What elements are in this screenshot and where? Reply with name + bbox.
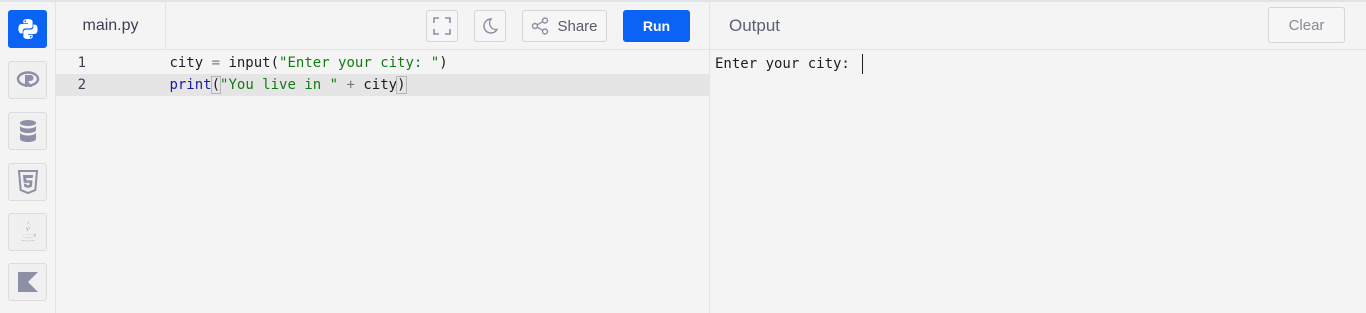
language-html[interactable] xyxy=(8,163,47,201)
output-line: Enter your city: xyxy=(715,54,864,74)
java-icon xyxy=(19,221,36,242)
online-compiler: main.py Share Run Output Clear 1 city = … xyxy=(0,0,1366,313)
dark-mode-button[interactable] xyxy=(474,10,506,42)
code-token: ) xyxy=(396,76,407,94)
code-editor[interactable]: 1 city = input("Enter your city: ") 2 pr… xyxy=(56,50,709,313)
language-kotlin[interactable] xyxy=(8,263,47,301)
code-line-2[interactable]: 2 print("You live in " + city) xyxy=(56,74,709,96)
language-sql[interactable] xyxy=(8,112,47,150)
code-token: "You live in " xyxy=(220,77,339,93)
language-java[interactable] xyxy=(8,213,47,251)
language-r[interactable] xyxy=(8,61,47,99)
code-token: print xyxy=(169,77,212,93)
kotlin-icon xyxy=(17,272,38,292)
fullscreen-button[interactable] xyxy=(426,10,458,42)
database-icon xyxy=(19,120,36,142)
language-sidebar xyxy=(0,2,56,313)
code-token: city xyxy=(363,77,398,93)
output-title: Output xyxy=(729,16,781,35)
code-token: ( xyxy=(210,76,222,94)
fullscreen-icon xyxy=(433,17,451,35)
line-number: 2 xyxy=(77,77,86,93)
line-number: 1 xyxy=(77,55,86,71)
share-button[interactable]: Share xyxy=(522,10,607,42)
moon-icon xyxy=(483,18,499,34)
clear-button[interactable]: Clear xyxy=(1268,7,1345,43)
output-console[interactable]: Enter your city: xyxy=(710,50,1366,313)
code-token: + xyxy=(338,77,364,93)
code-token: ) xyxy=(439,55,448,71)
python-icon xyxy=(17,19,38,39)
language-python[interactable] xyxy=(8,10,47,48)
output-text: Enter your city: xyxy=(715,56,859,72)
code-text[interactable]: print("You live in " + city) xyxy=(102,61,407,109)
r-icon xyxy=(16,71,39,87)
share-label: Share xyxy=(557,17,598,35)
text-cursor xyxy=(862,54,864,74)
html5-icon xyxy=(17,170,38,194)
run-button[interactable]: Run xyxy=(623,10,690,42)
share-icon xyxy=(532,17,549,35)
